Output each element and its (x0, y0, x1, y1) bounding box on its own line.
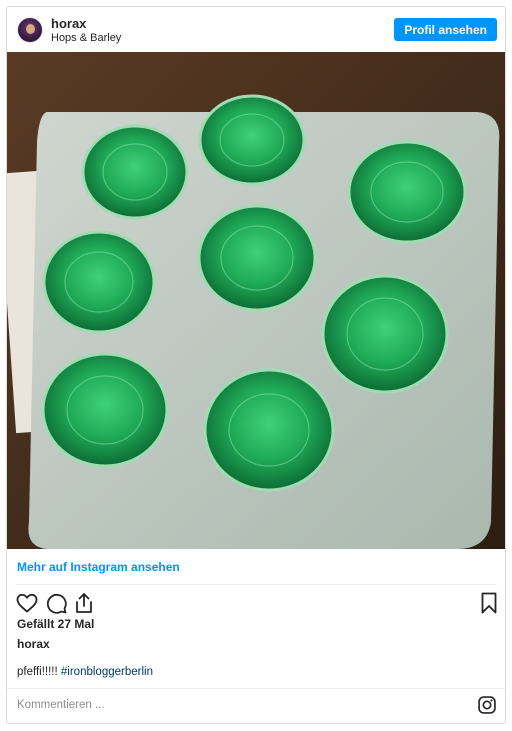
action-bar (7, 589, 505, 619)
post-header: horax Hops & Barley Profil ansehen (7, 7, 505, 52)
view-profile-button[interactable]: Profil ansehen (394, 18, 497, 41)
caption-text: pfeffi!!!!! (17, 666, 61, 678)
hashtag-link[interactable]: #ironbloggerberlin (61, 666, 153, 678)
comment-icon[interactable] (44, 591, 68, 615)
like-count[interactable]: Gefällt 27 Mal (17, 617, 94, 631)
username[interactable]: horax (51, 16, 86, 31)
location[interactable]: Hops & Barley (51, 32, 121, 44)
view-more-on-instagram-link[interactable]: Mehr auf Instagram ansehen (17, 560, 180, 574)
instagram-icon[interactable] (477, 695, 497, 715)
avatar[interactable] (17, 17, 43, 43)
heart-icon[interactable] (15, 591, 39, 615)
divider (7, 688, 505, 689)
post-photo[interactable] (7, 52, 505, 549)
bookmark-icon[interactable] (477, 591, 501, 615)
comment-input[interactable]: Kommentieren ... (17, 699, 105, 711)
caption-username[interactable]: horax (17, 637, 50, 651)
share-icon[interactable] (72, 591, 96, 615)
divider (15, 584, 497, 585)
caption: pfeffi!!!!! #ironbloggerberlin (17, 666, 153, 678)
instagram-embed-card: horax Hops & Barley Profil ansehen Mehr … (6, 6, 506, 724)
